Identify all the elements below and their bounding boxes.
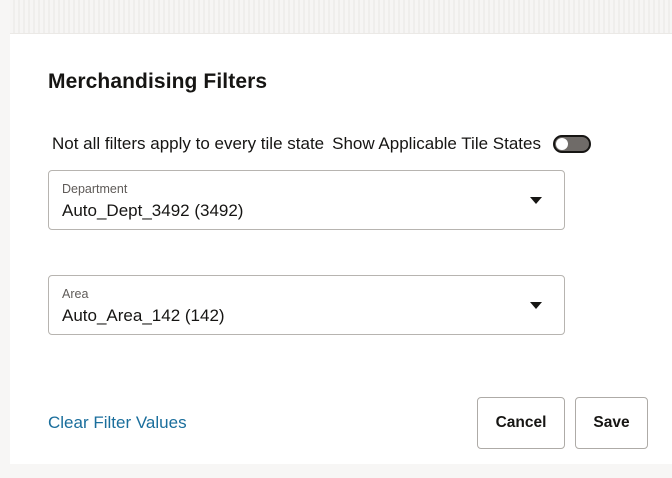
- department-label: Department: [62, 182, 128, 196]
- show-applicable-tile-states-toggle[interactable]: [552, 135, 591, 153]
- tile-state-info-row: Not all filters apply to every tile stat…: [52, 132, 591, 156]
- clear-filter-values-link[interactable]: Clear Filter Values: [48, 413, 187, 433]
- toggle-label: Show Applicable Tile States: [332, 134, 541, 153]
- cancel-button[interactable]: Cancel: [477, 397, 565, 449]
- department-select[interactable]: Department Auto_Dept_3492 (3492): [48, 170, 565, 230]
- toggle-knob: [555, 138, 568, 150]
- area-value: Auto_Area_142 (142): [62, 306, 225, 325]
- backdrop-left-edge: [0, 0, 10, 478]
- caret-down-icon: [530, 197, 542, 204]
- dialog-title: Merchandising Filters: [48, 70, 268, 93]
- filter-dialog: Merchandising Filters Not all filters ap…: [0, 0, 672, 478]
- divider: [0, 33, 672, 34]
- area-label: Area: [62, 287, 89, 301]
- department-value: Auto_Dept_3492 (3492): [62, 201, 244, 220]
- caret-down-icon: [530, 302, 542, 309]
- page-backdrop-band: [0, 0, 672, 33]
- backdrop-bottom-edge: [0, 464, 672, 478]
- filter-info-text: Not all filters apply to every tile stat…: [52, 134, 325, 153]
- save-button[interactable]: Save: [575, 397, 648, 449]
- area-select[interactable]: Area Auto_Area_142 (142): [48, 275, 565, 335]
